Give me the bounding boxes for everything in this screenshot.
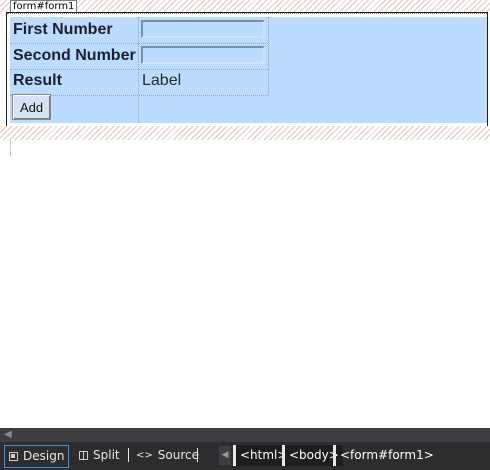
- form-tag-label[interactable]: form#form1: [10, 0, 78, 12]
- table-column-divider: [268, 17, 269, 95]
- add-button[interactable]: Add: [12, 94, 52, 120]
- horizontal-scrollbar[interactable]: ◀: [0, 428, 490, 442]
- first-number-label: First Number: [13, 21, 113, 38]
- form-container[interactable]: First Number Second Number Result Label …: [6, 12, 488, 127]
- design-view-icon: [9, 452, 18, 461]
- table-row-divider: [10, 69, 268, 70]
- toolbar-separator: [197, 448, 198, 462]
- second-number-input[interactable]: [141, 46, 265, 64]
- result-value-label[interactable]: Label: [142, 72, 181, 90]
- view-status-bar: Design Split <> Source ◀ <html> <body> <…: [0, 442, 490, 470]
- result-label: Result: [13, 72, 62, 89]
- source-view-button[interactable]: <> Source: [132, 445, 203, 466]
- first-number-input[interactable]: [141, 20, 265, 38]
- table-row-divider: [10, 43, 268, 44]
- table-column-divider: [138, 17, 139, 123]
- source-view-label: Source: [157, 448, 199, 462]
- design-surface-bottom-band: [0, 126, 490, 140]
- split-view-icon: [79, 451, 88, 460]
- layout-table[interactable]: First Number Second Number Result Label …: [10, 17, 487, 123]
- design-view-button[interactable]: Design: [4, 445, 70, 468]
- design-view-label: Design: [23, 449, 65, 463]
- ruler-line: [10, 140, 11, 156]
- split-view-label: Split: [93, 448, 120, 462]
- second-number-label: Second Number: [13, 47, 136, 64]
- source-view-icon: <>: [136, 450, 153, 461]
- toolbar-separator: [128, 448, 129, 462]
- breadcrumb-back-icon[interactable]: ◀: [219, 446, 231, 465]
- split-view-button[interactable]: Split: [75, 445, 124, 466]
- breadcrumb-form[interactable]: <form#form1>: [333, 445, 438, 466]
- scroll-left-icon[interactable]: ◀: [4, 429, 12, 440]
